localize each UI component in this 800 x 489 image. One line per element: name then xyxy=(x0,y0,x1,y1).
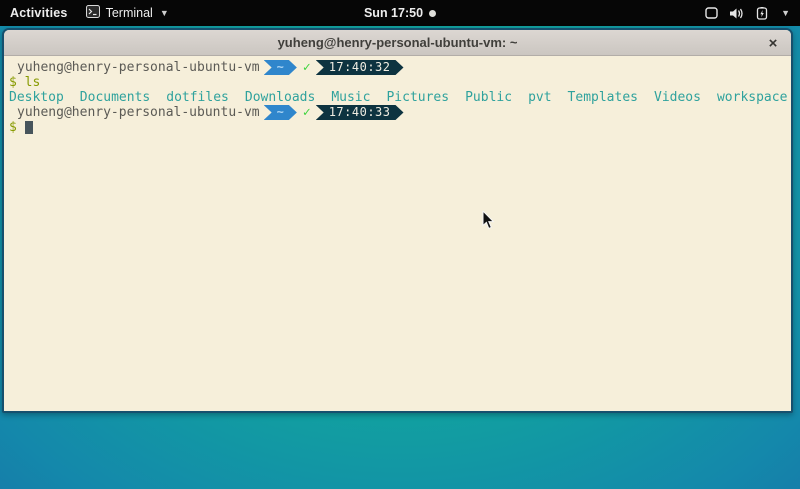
terminal-content[interactable]: yuheng@henry-personal-ubuntu-vm ~ ✓ 17:4… xyxy=(4,56,791,412)
terminal-app-icon xyxy=(86,5,100,21)
recording-indicator-icon xyxy=(429,10,436,17)
prompt-status-check-icon: ✓ xyxy=(303,60,311,75)
prompt-line: yuheng@henry-personal-ubuntu-vm ~ ✓ 17:4… xyxy=(9,105,787,120)
directory-name: Music xyxy=(331,90,370,105)
top-bar: Activities Terminal ▼ Sun 17:50 xyxy=(0,0,800,26)
prompt-status-check-icon: ✓ xyxy=(303,105,311,120)
prompt-time-segment: 17:40:33 xyxy=(316,105,404,120)
window-title-bar[interactable]: yuheng@henry-personal-ubuntu-vm: ~ × xyxy=(4,30,791,56)
prompt-line: yuheng@henry-personal-ubuntu-vm ~ ✓ 17:4… xyxy=(9,60,787,75)
prompt-path-segment: ~ xyxy=(264,60,297,75)
window-title: yuheng@henry-personal-ubuntu-vm: ~ xyxy=(278,35,518,50)
prompt-dollar: $ xyxy=(9,120,17,135)
directory-name: Templates xyxy=(568,90,638,105)
volume-icon xyxy=(729,7,744,20)
directory-name: dotfiles xyxy=(166,90,229,105)
directory-name: Desktop xyxy=(9,90,64,105)
terminal-window: yuheng@henry-personal-ubuntu-vm: ~ × yuh… xyxy=(2,28,793,413)
command-text: ls xyxy=(25,75,41,90)
prompt-user-host: yuheng@henry-personal-ubuntu-vm xyxy=(9,105,260,120)
command-line: $ ls xyxy=(9,75,787,90)
prompt-dollar: $ xyxy=(9,75,17,90)
directory-name: Documents xyxy=(80,90,150,105)
display-icon xyxy=(705,7,718,19)
directory-name: pvt xyxy=(528,90,551,105)
mouse-pointer-icon xyxy=(482,211,495,235)
current-command-line[interactable]: $ xyxy=(9,120,787,135)
system-status-area[interactable]: ▼ xyxy=(705,0,794,26)
ls-output: Desktop Documents dotfiles Downloads Music Pi… xyxy=(9,90,787,105)
directory-name: Public xyxy=(465,90,512,105)
close-icon[interactable]: × xyxy=(764,30,782,56)
activities-button[interactable]: Activities xyxy=(10,6,68,20)
clock-label: Sun 17:50 xyxy=(364,6,423,20)
directory-name: Pictures xyxy=(386,90,449,105)
directory-name: Downloads xyxy=(245,90,315,105)
app-menu[interactable]: Terminal ▼ xyxy=(86,5,169,21)
chevron-down-icon: ▼ xyxy=(160,8,169,18)
directory-name: workspace xyxy=(717,90,787,105)
prompt-user-host: yuheng@henry-personal-ubuntu-vm xyxy=(9,60,260,75)
chevron-down-icon[interactable]: ▼ xyxy=(781,8,790,18)
directory-name: Videos xyxy=(654,90,701,105)
text-cursor xyxy=(25,121,33,134)
prompt-path-segment: ~ xyxy=(264,105,297,120)
battery-charging-icon xyxy=(755,7,770,20)
app-menu-label: Terminal xyxy=(106,6,153,20)
prompt-time-segment: 17:40:32 xyxy=(316,60,404,75)
